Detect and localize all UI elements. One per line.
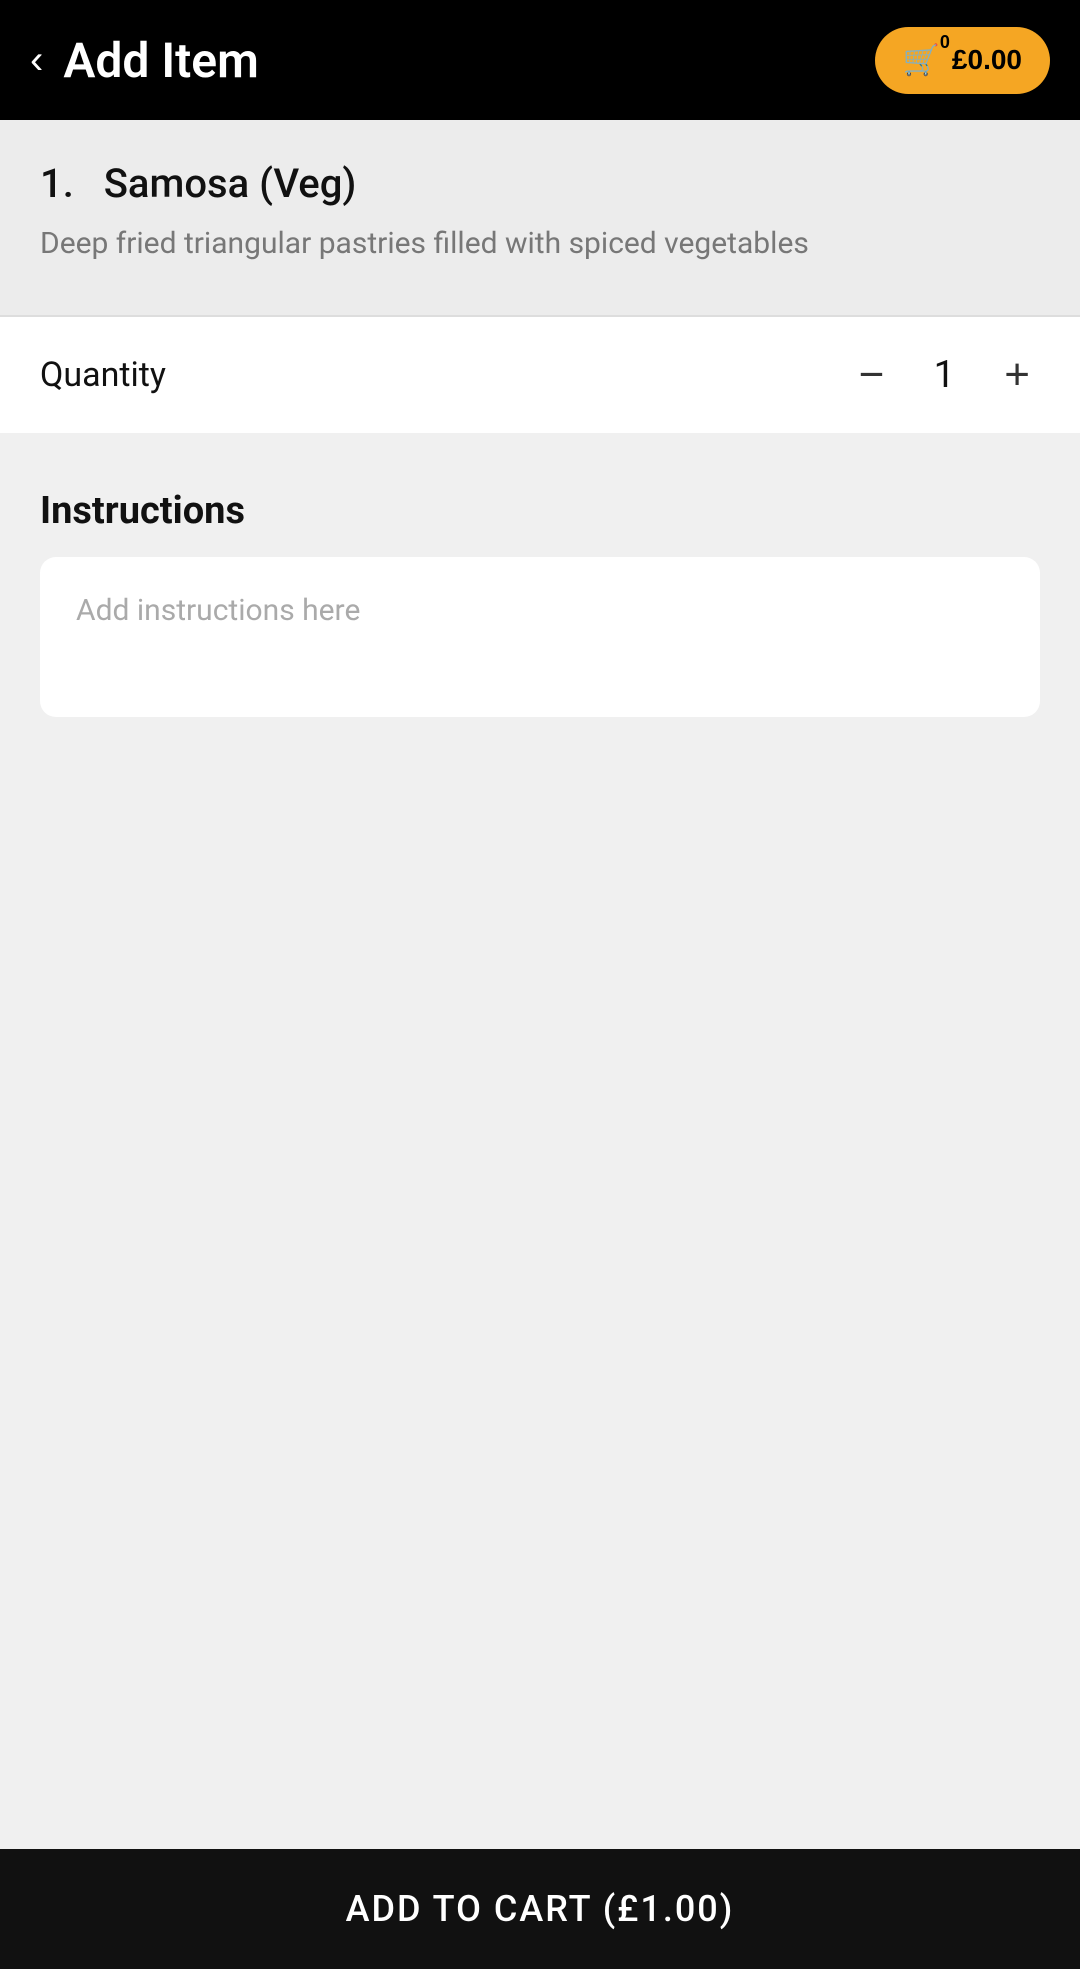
quantity-section: Quantity − 1 + [0,317,1080,433]
instructions-input[interactable] [40,557,1040,717]
content-spacer [0,751,1080,1849]
instructions-title: Instructions [40,489,1040,533]
add-to-cart-button[interactable]: ADD TO CART (£1.00) [0,1849,1080,1969]
header-left: ‹ Add Item [30,32,259,89]
cart-button[interactable]: 🛒 0 £0.00 [875,27,1050,94]
instructions-section: Instructions [0,449,1080,751]
cart-icon-wrap: 🛒 0 [903,43,940,78]
quantity-label: Quantity [40,355,166,395]
quantity-increment-button[interactable]: + [994,353,1040,397]
item-name: 1. Samosa (Veg) [40,160,1040,207]
item-number: 1. [40,160,74,207]
cart-icon: 🛒 [903,43,940,78]
item-name-text: Samosa (Veg) [104,160,357,207]
app-header: ‹ Add Item 🛒 0 £0.00 [0,0,1080,120]
item-description: Deep fried triangular pastries filled wi… [40,223,1040,265]
quantity-decrement-button[interactable]: − [849,353,895,397]
cart-price: £0.00 [952,44,1022,76]
quantity-value: 1 [924,353,964,397]
page-title: Add Item [63,32,258,89]
item-info-section: 1. Samosa (Veg) Deep fried triangular pa… [0,120,1080,315]
quantity-controls: − 1 + [849,353,1040,397]
section-divider [0,433,1080,449]
back-button[interactable]: ‹ [30,40,43,80]
cart-badge: 0 [940,33,950,51]
add-to-cart-label: ADD TO CART (£1.00) [346,1888,735,1930]
